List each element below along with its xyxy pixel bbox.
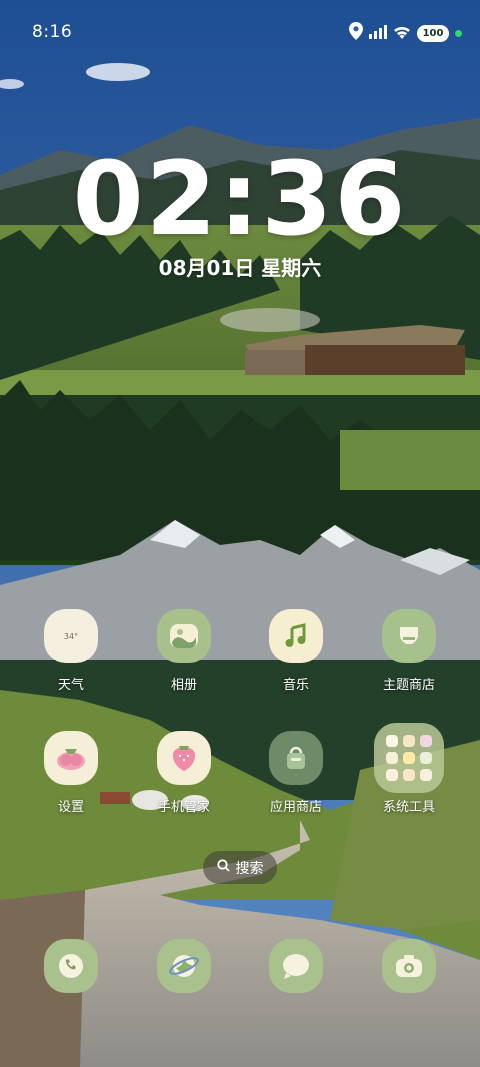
system-tools-folder-icon[interactable] — [374, 723, 444, 793]
app-label: 手机管家 — [157, 800, 210, 815]
status-icons: 100 — [349, 22, 462, 44]
status-bar: 8:16 100 — [0, 0, 480, 66]
phone-icon[interactable] — [44, 939, 98, 993]
search-button[interactable]: 搜索 — [203, 851, 277, 884]
search-icon — [216, 859, 230, 876]
app-label: 相册 — [170, 678, 197, 693]
theme-store-icon[interactable] — [382, 609, 436, 663]
app-label: 主题商店 — [382, 678, 435, 693]
weather-icon[interactable]: 34° — [44, 609, 98, 663]
app-phone-manager[interactable]: 手机管家 — [134, 731, 234, 815]
app-system-tools[interactable]: 系统工具 — [359, 723, 459, 815]
browser-icon[interactable] — [157, 939, 211, 993]
location-icon — [349, 22, 363, 44]
battery-icon: 100 — [417, 24, 449, 42]
app-app-store[interactable]: 应用商店 — [246, 731, 346, 815]
app-theme-store[interactable]: 主题商店 — [359, 609, 459, 693]
settings-icon[interactable] — [44, 731, 98, 785]
app-music[interactable]: 音乐 — [246, 609, 346, 693]
signal-icon — [369, 24, 387, 43]
messages-icon[interactable] — [269, 939, 323, 993]
app-label: 应用商店 — [269, 800, 322, 815]
weather-temp: 34° — [63, 631, 79, 641]
charging-dot — [455, 29, 462, 37]
app-label: 天气 — [57, 678, 84, 693]
app-label: 音乐 — [282, 678, 309, 693]
lockscreen-clock[interactable]: 02:36 — [0, 140, 480, 259]
phone-manager-icon[interactable] — [157, 731, 211, 785]
app-label: 系统工具 — [382, 800, 435, 815]
dock-phone[interactable] — [21, 939, 121, 993]
dock-messages[interactable] — [246, 939, 346, 993]
dock-camera[interactable] — [359, 939, 459, 993]
app-store-icon[interactable] — [269, 731, 323, 785]
search-label: 搜索 — [235, 860, 264, 877]
camera-icon[interactable] — [382, 939, 436, 993]
app-gallery[interactable]: 相册 — [134, 609, 234, 693]
lockscreen-date[interactable]: 08月01日 星期六 — [0, 252, 480, 281]
app-weather[interactable]: 34° 天气 — [21, 609, 121, 693]
gallery-icon[interactable] — [157, 609, 211, 663]
app-label: 设置 — [57, 800, 84, 815]
wifi-icon — [393, 24, 411, 43]
dock-browser[interactable] — [134, 939, 234, 993]
status-time: 8:16 — [32, 22, 73, 42]
app-settings[interactable]: 设置 — [21, 731, 121, 815]
music-icon[interactable] — [269, 609, 323, 663]
